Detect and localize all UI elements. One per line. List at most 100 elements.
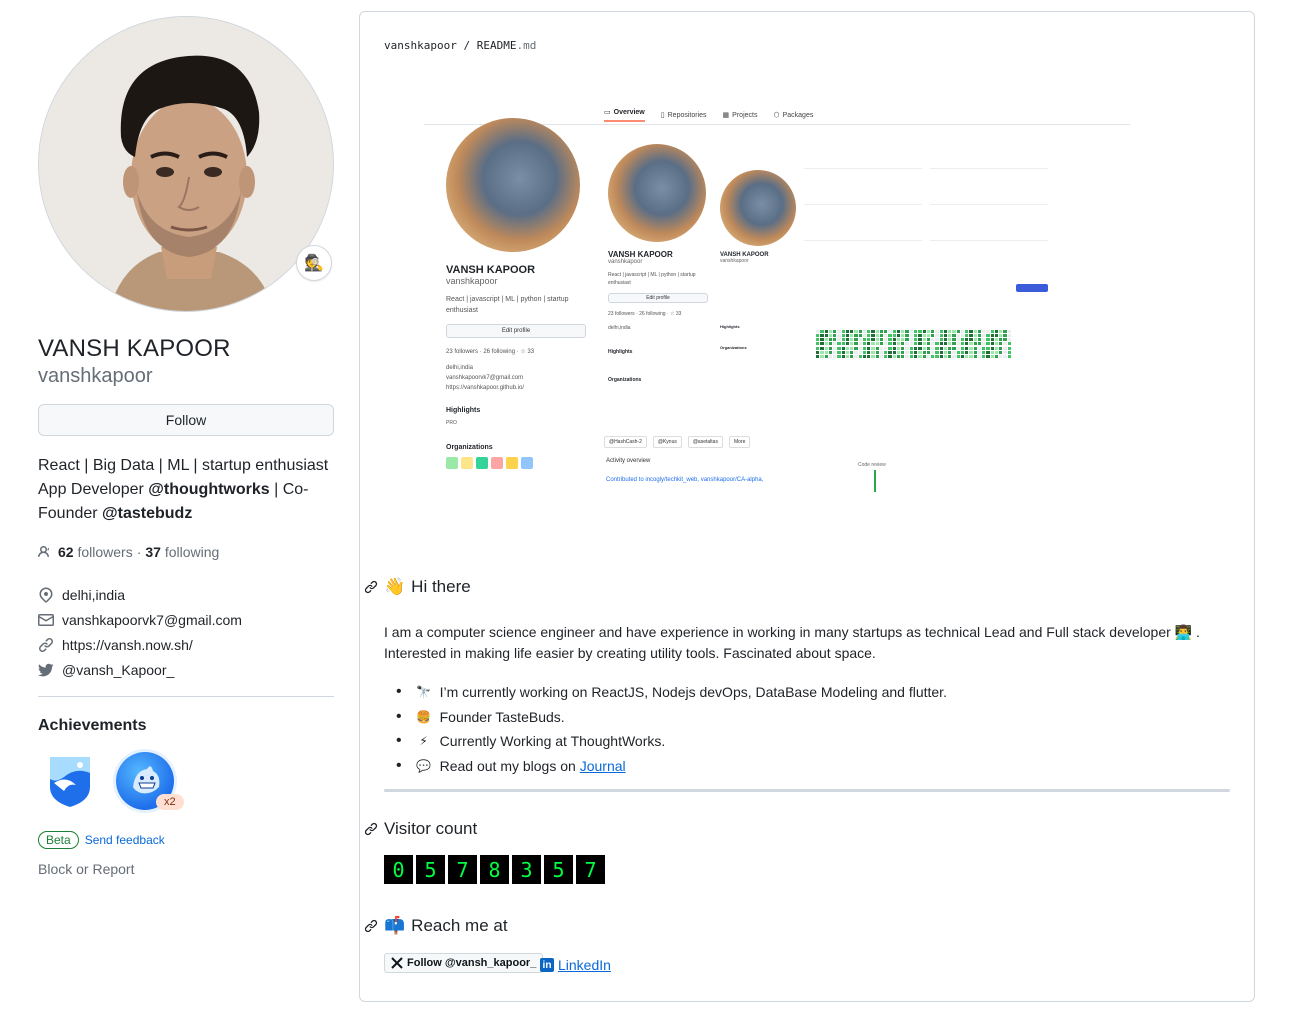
contribution-cell (999, 330, 1003, 333)
journal-link[interactable]: Journal (580, 758, 626, 774)
screenshot-login: vanshkapoor (720, 258, 749, 264)
contribution-cell (833, 350, 837, 354)
contribution-cell (816, 350, 820, 354)
contribution-cell (858, 354, 862, 358)
contribution-cell (837, 354, 841, 358)
sidebar-divider (38, 696, 334, 697)
contribution-cell (837, 334, 841, 338)
screenshot-contribution-graph (816, 330, 1011, 358)
contribution-cell (816, 338, 820, 342)
contribution-cell (884, 346, 888, 350)
contribution-cell (965, 334, 969, 338)
anchor-link-icon[interactable] (364, 919, 378, 933)
contribution-cell (845, 354, 850, 358)
anchor-link-icon[interactable] (364, 822, 378, 836)
readme-path: vanshkapoor / README.md (384, 39, 536, 52)
contribution-cell (875, 342, 879, 346)
contribution-cell (875, 350, 879, 354)
contribution-cell (982, 330, 986, 333)
contribution-cell (986, 346, 990, 350)
contribution-cell (909, 338, 913, 342)
avatar[interactable] (38, 16, 334, 312)
contribution-cell (956, 342, 960, 346)
contribution-cell (926, 338, 931, 342)
contribution-cell (931, 330, 935, 333)
contribution-cell (994, 354, 999, 358)
contribution-cell (871, 334, 875, 338)
follow-button[interactable]: Follow (38, 404, 334, 436)
contribution-cell (845, 330, 850, 333)
contribution-cell (977, 342, 982, 346)
contribution-cell (828, 338, 833, 342)
screenshot-chip: @Kynus (652, 436, 682, 448)
contribution-cell (948, 346, 952, 350)
contribution-cell (867, 330, 871, 333)
counter-digit: 7 (448, 855, 477, 884)
contribution-cell (922, 346, 926, 350)
section-visitor-count: Visitor count (364, 819, 477, 839)
contribution-cell (850, 346, 854, 350)
anchor-link-icon[interactable] (364, 580, 378, 594)
org-mention-tastebudz[interactable]: @tastebudz (102, 505, 192, 522)
contribution-cell (824, 330, 828, 333)
counter-digit: 3 (512, 855, 541, 884)
contribution-cell (828, 330, 833, 333)
contribution-cell (833, 346, 837, 350)
followers-link[interactable]: 62 followers (58, 544, 133, 560)
contribution-cell (960, 342, 965, 346)
contribution-cell (977, 334, 982, 338)
screenshot-orgs: Organizations (608, 377, 642, 383)
bio-line-2: App Developer @thoughtworks | Co- (38, 478, 336, 502)
contribution-cell (901, 342, 905, 346)
contribution-cell (982, 350, 986, 354)
website-link[interactable]: https://vansh.now.sh/ (62, 637, 193, 653)
org-mention-thoughtworks[interactable]: @thoughtworks (148, 481, 269, 498)
contribution-cell (965, 330, 969, 333)
contribution-cell (1003, 342, 1007, 346)
status-emoji-badge[interactable]: 🕵 (296, 245, 332, 281)
email-link[interactable]: vanshkapoorvk7@gmail.com (62, 612, 242, 628)
contribution-cell (918, 350, 922, 354)
contribution-cell (905, 330, 909, 333)
x-follow-button[interactable]: Follow @vansh_kapoor_ (384, 953, 544, 973)
contribution-cell (999, 354, 1003, 358)
achievement-badge-shark[interactable]: x2 (116, 752, 184, 810)
readme-path-ext: .md (516, 39, 537, 52)
detective-icon: 🕵 (304, 255, 324, 272)
contribution-cell (965, 342, 969, 346)
contribution-cell (956, 338, 960, 342)
following-link[interactable]: 37 following (145, 544, 219, 560)
contribution-cell (824, 350, 828, 354)
screenshot-orgs: Organizations (720, 345, 747, 350)
screenshot-activity-bar (874, 470, 876, 492)
contribution-cell (1007, 346, 1011, 350)
contribution-cell (892, 330, 896, 333)
linkedin-link[interactable]: in LinkedIn (540, 957, 611, 973)
visitor-counter: 0 5 7 8 3 5 7 (384, 855, 608, 884)
block-report-link[interactable]: Block or Report (38, 861, 336, 877)
send-feedback-link[interactable]: Send feedback (85, 833, 165, 847)
achievements-title[interactable]: Achievements (38, 717, 336, 735)
contribution-cell (867, 354, 871, 358)
readme-path-file[interactable]: README (477, 39, 517, 52)
contribution-cell (824, 338, 828, 342)
twitter-link[interactable]: @vansh_Kapoor_ (62, 662, 174, 678)
contribution-cell (931, 334, 935, 338)
contribution-cell (888, 350, 892, 354)
horizontal-rule (384, 789, 1230, 792)
linkedin-label: LinkedIn (558, 957, 611, 973)
contribution-cell (986, 350, 990, 354)
contribution-cell (888, 338, 892, 342)
contribution-cell (990, 330, 994, 333)
contribution-cell (909, 350, 913, 354)
achievement-badge-arctic[interactable] (38, 749, 102, 813)
screenshot-name: VANSH KAPOOR (446, 264, 536, 276)
contribution-cell (913, 354, 918, 358)
contribution-cell (935, 354, 939, 358)
contribution-cell (850, 342, 854, 346)
readme-path-user[interactable]: vanshkapoor (384, 39, 457, 52)
contribution-cell (824, 346, 828, 350)
contribution-cell (833, 334, 837, 338)
contribution-cell (820, 346, 824, 350)
contribution-cell (837, 342, 841, 346)
